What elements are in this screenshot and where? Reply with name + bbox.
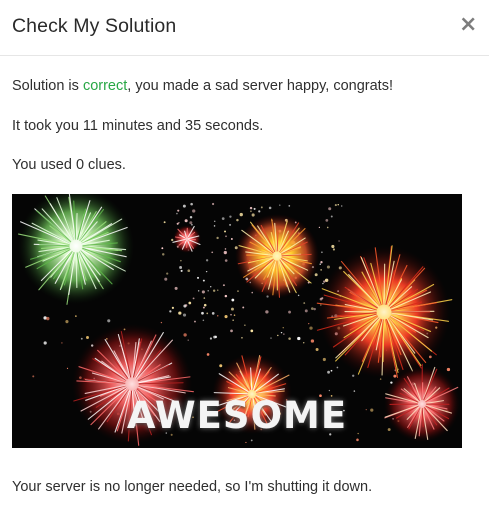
solution-status-prefix: Solution is xyxy=(12,78,83,94)
check-solution-modal: Check My Solution × Solution is correct,… xyxy=(0,0,489,523)
time-taken-message: It took you 11 minutes and 35 seconds. xyxy=(12,118,264,134)
solution-status-suffix: , you made a sad server happy, congrats! xyxy=(127,78,393,94)
solution-status-value: correct xyxy=(82,78,128,94)
modal-title: Check My Solution xyxy=(12,15,177,37)
close-button[interactable]: × xyxy=(459,14,477,36)
fireworks-image: AWESOME xyxy=(12,194,462,448)
server-shutdown-message: Your server is no longer needed, so I'm … xyxy=(12,479,373,495)
solution-status-message: Solution is correct, you made a sad serv… xyxy=(12,78,393,94)
modal-header: Check My Solution × xyxy=(0,0,489,56)
modal-body: Solution is correct, you made a sad serv… xyxy=(0,56,489,523)
clues-used-message: You used 0 clues. xyxy=(12,157,126,173)
awesome-caption: AWESOME xyxy=(126,394,348,437)
